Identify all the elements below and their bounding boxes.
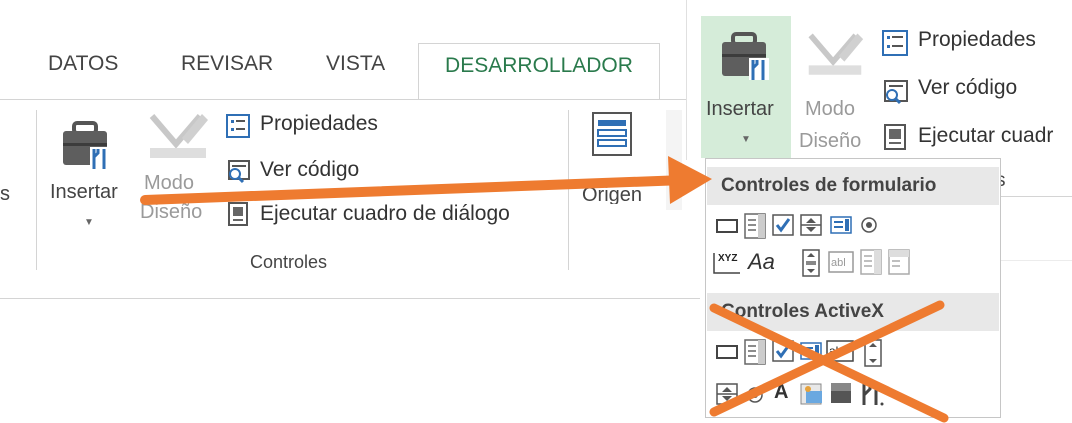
cross-annotation [709,300,949,423]
arrow-annotation [140,156,712,205]
annotation-overlay [140,156,949,423]
